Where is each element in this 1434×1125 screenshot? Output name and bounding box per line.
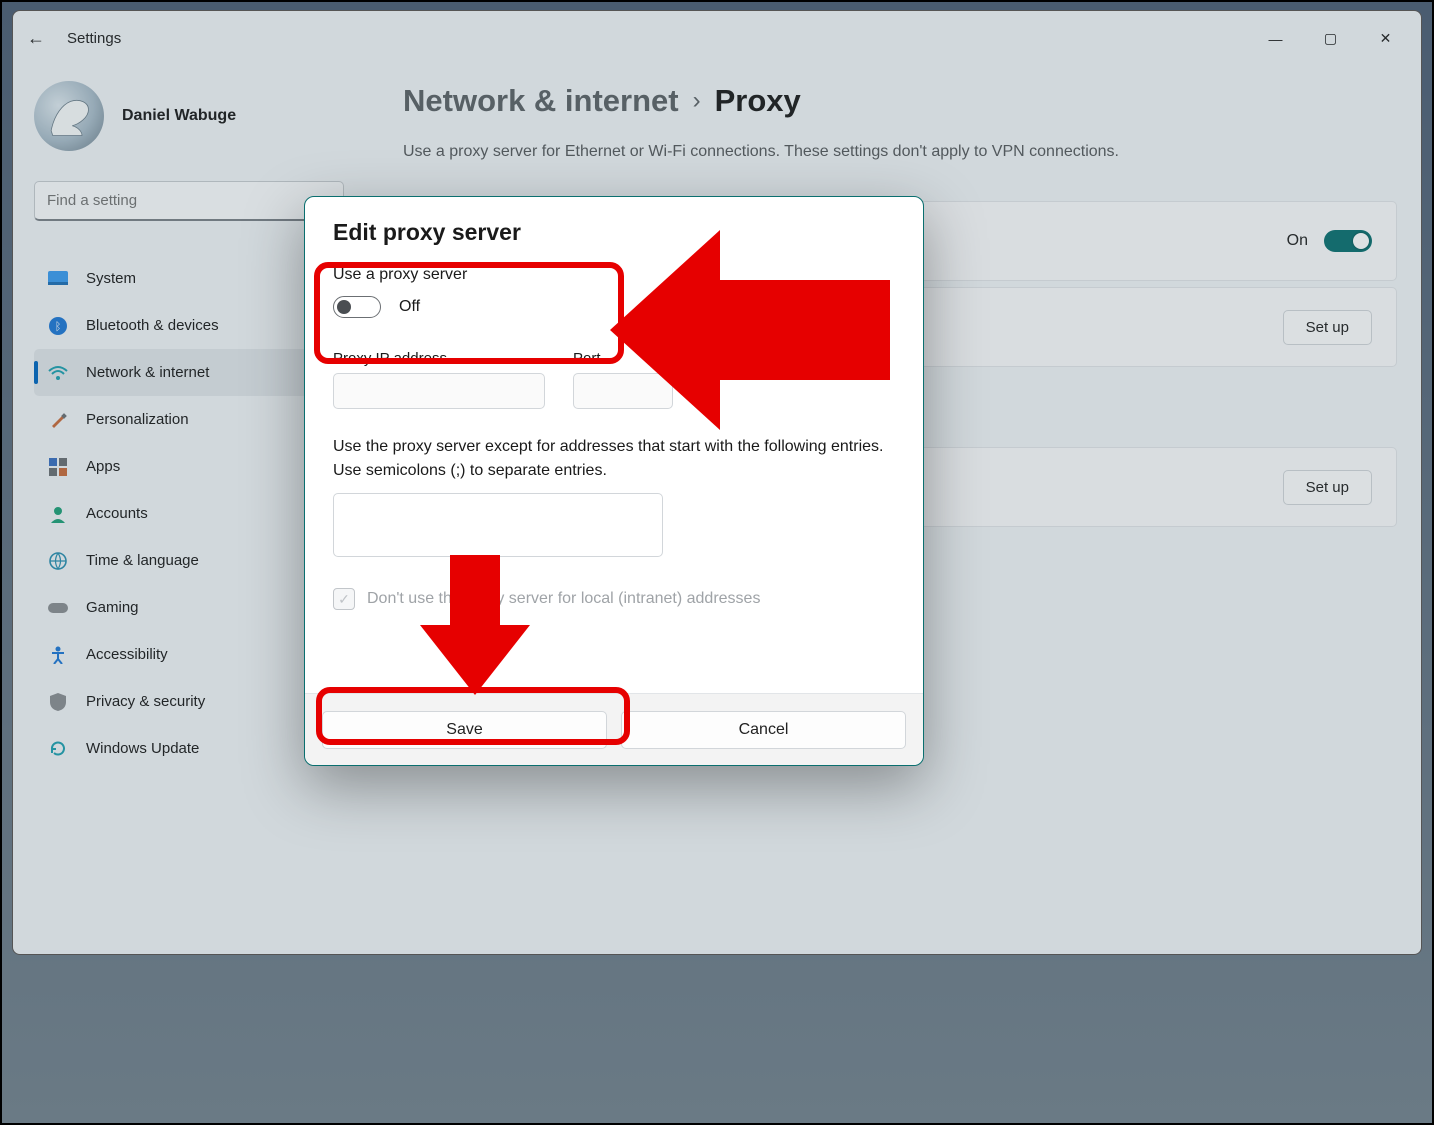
sidebar-item-label: Privacy & security [86, 693, 205, 710]
app-title: Settings [67, 30, 121, 47]
minimize-button[interactable]: — [1248, 11, 1303, 66]
proxy-ip-input[interactable] [333, 373, 545, 409]
sidebar-item-label: Bluetooth & devices [86, 317, 219, 334]
titlebar: ← Settings — ▢ ✕ [13, 11, 1421, 66]
arrow-left-icon [610, 220, 890, 440]
sidebar-item-label: Apps [86, 458, 120, 475]
maximize-button[interactable]: ▢ [1303, 11, 1358, 66]
setup-script-button[interactable]: Set up [1283, 310, 1372, 345]
local-addresses-checkbox[interactable]: ✓ [333, 588, 355, 610]
page-description: Use a proxy server for Ethernet or Wi-Fi… [403, 143, 1397, 161]
sidebar-item-label: Network & internet [86, 364, 209, 381]
proxy-ip-label: Proxy IP address [333, 350, 545, 367]
avatar [34, 81, 104, 151]
sidebar-item-label: Accounts [86, 505, 148, 522]
dialog-footer: Save Cancel [305, 693, 923, 765]
sidebar-item-label: System [86, 270, 136, 287]
close-button[interactable]: ✕ [1358, 11, 1413, 66]
save-button[interactable]: Save [322, 711, 607, 749]
use-proxy-toggle[interactable] [333, 296, 381, 318]
setup-manual-button[interactable]: Set up [1283, 470, 1372, 505]
exceptions-description: Use the proxy server except for addresse… [333, 435, 895, 483]
accessibility-icon [48, 645, 68, 665]
back-arrow-icon[interactable]: ← [27, 28, 45, 49]
sidebar-item-label: Accessibility [86, 646, 168, 663]
person-icon [48, 504, 68, 524]
search-box[interactable]: ⌕ [34, 181, 344, 221]
use-proxy-state: Off [399, 298, 420, 316]
sidebar-item-label: Time & language [86, 552, 199, 569]
cancel-button[interactable]: Cancel [621, 711, 906, 749]
breadcrumb: Network & internet › Proxy [403, 83, 1397, 119]
brush-icon [48, 410, 68, 430]
arrow-down-icon [420, 555, 530, 695]
detect-status-label: On [1287, 232, 1308, 250]
user-profile[interactable]: Daniel Wabuge [34, 81, 359, 151]
svg-text:ᛒ: ᛒ [55, 321, 62, 333]
exceptions-input[interactable] [333, 493, 663, 557]
sidebar-item-label: Personalization [86, 411, 189, 428]
breadcrumb-parent[interactable]: Network & internet [403, 83, 679, 119]
user-name: Daniel Wabuge [122, 107, 236, 125]
bluetooth-icon: ᛒ [48, 316, 68, 336]
chevron-right-icon: › [693, 87, 701, 115]
gamepad-icon [48, 598, 68, 618]
system-icon [48, 269, 68, 289]
detect-toggle[interactable] [1324, 230, 1372, 252]
wifi-icon [48, 363, 68, 383]
breadcrumb-current: Proxy [715, 83, 801, 119]
apps-icon [48, 457, 68, 477]
update-icon [48, 739, 68, 759]
search-input[interactable] [47, 192, 322, 209]
sidebar-item-label: Gaming [86, 599, 139, 616]
shield-icon [48, 692, 68, 712]
globe-icon [48, 551, 68, 571]
sidebar-item-label: Windows Update [86, 740, 199, 757]
